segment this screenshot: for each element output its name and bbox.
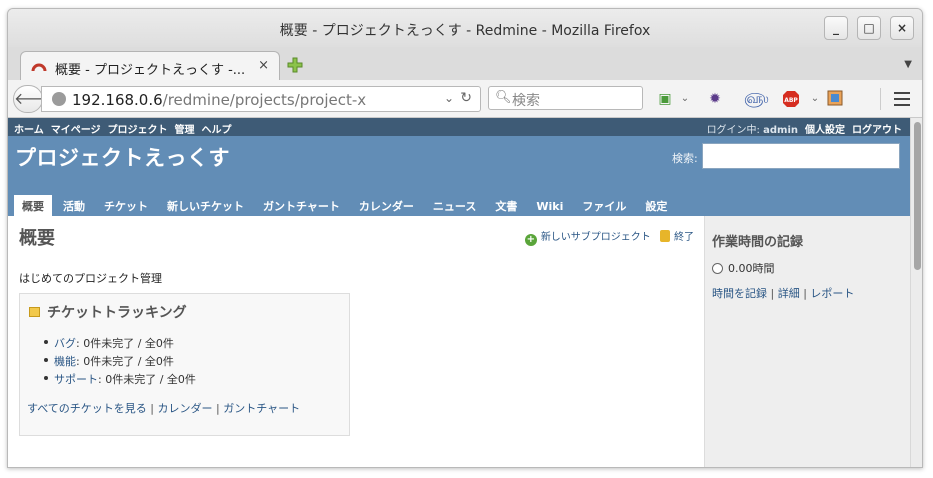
tab-activity[interactable]: 活動	[55, 195, 93, 216]
extension-bug-icon[interactable]: ✹	[706, 90, 724, 108]
view-all-issues-link[interactable]: すべてのチケットを見る	[27, 402, 147, 415]
page-viewport: ホーム マイページ プロジェクト 管理 ヘルプ ログイン中: admin 個人設定 ログアウ…	[8, 118, 910, 467]
ticket-icon	[29, 307, 40, 317]
project-description: はじめてのプロジェクト管理	[19, 272, 162, 285]
logged-user[interactable]: admin	[763, 125, 798, 136]
quick-search-label: 検索:	[672, 152, 698, 165]
close-project-link[interactable]: 終了	[674, 232, 694, 243]
toolbar-separator	[880, 88, 881, 110]
navigation-toolbar: 🡐 192.168.0.6/redmine/projects/project-x…	[8, 80, 922, 118]
tab-gantt[interactable]: ガントチャート	[255, 195, 348, 216]
issue-links: すべてのチケットを見る | カレンダー | ガントチャート	[27, 402, 301, 415]
gantt-link[interactable]: ガントチャート	[223, 402, 300, 415]
project-title: プロジェクトえっくす	[15, 146, 230, 170]
tab-title: 概要 - プロジェクトえっくす -...	[55, 63, 246, 78]
time-details-link[interactable]: 詳細	[778, 287, 800, 300]
top-menu-my-page[interactable]: マイページ	[51, 125, 101, 136]
my-account-link[interactable]: 個人設定	[805, 125, 845, 136]
add-icon: +	[524, 234, 537, 246]
reload-icon[interactable]: ↻	[460, 90, 472, 106]
search-input[interactable]: 🔍︎ 検索	[488, 86, 643, 110]
lock-icon	[660, 230, 670, 242]
tracker-support-link[interactable]: サポート	[54, 373, 98, 386]
tab-wiki[interactable]: Wiki	[528, 197, 571, 218]
url-dropdown-icon[interactable]: ⌄	[444, 91, 454, 105]
clock-icon	[712, 263, 723, 274]
list-item: 機能: 0件未完了 / 全0件	[44, 353, 196, 371]
tracker-feature-link[interactable]: 機能	[54, 355, 76, 368]
log-time-link[interactable]: 時間を記録	[712, 287, 767, 300]
download-icon[interactable]: ▣	[656, 90, 674, 108]
project-main-menu: 概要 活動 チケット 新しいチケット ガントチャート カレンダー ニュース 文書 Wiki ファイ…	[14, 195, 678, 216]
adblock-icon[interactable]: ABP	[782, 90, 800, 108]
tab-files[interactable]: ファイル	[574, 195, 634, 216]
logout-link[interactable]: ログアウト	[852, 125, 902, 136]
adblock-dropdown-icon[interactable]: ⌄	[806, 90, 824, 108]
tab-calendar[interactable]: カレンダー	[351, 195, 422, 216]
extension-picture-icon[interactable]	[826, 90, 844, 108]
redmine-favicon-icon	[31, 58, 47, 78]
window-title: 概要 - プロジェクトえっくす - Redmine - Mozilla Fire…	[279, 23, 651, 39]
quick-search-input[interactable]	[702, 143, 900, 169]
tab-list-chevron-icon[interactable]: ▼	[904, 59, 912, 70]
spent-time-heading: 作業時間の記録	[712, 235, 804, 250]
logged-as-label: ログイン中: admin	[706, 125, 798, 136]
globe-icon	[52, 92, 66, 106]
spent-hours: 0.00時間	[712, 260, 775, 276]
tab-settings[interactable]: 設定	[637, 195, 675, 216]
back-button[interactable]: 🡐	[13, 85, 57, 113]
minimize-button[interactable]: _	[824, 16, 848, 40]
vertical-scrollbar[interactable]	[910, 118, 922, 467]
new-subproject-link[interactable]: 新しいサブプロジェクト	[541, 232, 651, 243]
list-item: サポート: 0件未完了 / 全0件	[44, 371, 196, 389]
top-menu-home[interactable]: ホーム	[14, 125, 44, 136]
search-icon: 🔍︎	[495, 90, 512, 105]
close-window-button[interactable]: ×	[890, 16, 914, 40]
tab-strip: 概要 - プロジェクトえっくす -... × ▼	[8, 47, 922, 81]
page-title: 概要	[19, 228, 55, 249]
tab-new-issue[interactable]: 新しいチケット	[159, 195, 252, 216]
top-menu-projects[interactable]: プロジェクト	[108, 125, 168, 136]
time-report-link[interactable]: レポート	[810, 287, 854, 300]
new-tab-plus-icon[interactable]	[286, 56, 304, 74]
title-bar: 概要 - プロジェクトえっくす - Redmine - Mozilla Fire…	[8, 9, 922, 47]
hamburger-menu-icon[interactable]	[894, 92, 910, 110]
issue-tracking-heading: チケットトラッキング	[29, 302, 187, 322]
svg-text:ABP: ABP	[784, 97, 798, 104]
tracker-bug-link[interactable]: バグ	[54, 337, 76, 350]
top-menu-help[interactable]: ヘルプ	[202, 125, 232, 136]
url-bar[interactable]: 192.168.0.6/redmine/projects/project-x ⌄…	[41, 86, 481, 112]
browser-tab[interactable]: 概要 - プロジェクトえっくす -... ×	[20, 51, 280, 81]
maximize-button[interactable]: □	[857, 16, 881, 40]
top-menu-admin[interactable]: 管理	[175, 125, 195, 136]
download-dropdown-icon[interactable]: ⌄	[676, 90, 694, 108]
search-placeholder: 検索	[512, 93, 540, 109]
calendar-link[interactable]: カレンダー	[158, 402, 213, 415]
tab-overview[interactable]: 概要	[14, 195, 52, 216]
issue-tracking-box: チケットトラッキング バグ: 0件未完了 / 全0件 機能: 0件未完了 / 全…	[19, 293, 350, 436]
sidebar: 作業時間の記録 0.00時間 時間を記録 | 詳細 | レポート	[704, 216, 910, 467]
tab-issues[interactable]: チケット	[96, 195, 156, 216]
tab-documents[interactable]: 文書	[487, 195, 525, 216]
redmine-top-menu: ホーム マイページ プロジェクト 管理 ヘルプ ログイン中: admin 個人設定 ログアウ…	[8, 118, 910, 136]
tab-news[interactable]: ニュース	[425, 195, 484, 216]
tab-close-icon[interactable]: ×	[258, 58, 269, 73]
time-links: 時間を記録 | 詳細 | レポート	[712, 287, 855, 300]
scrollbar-thumb[interactable]	[914, 122, 921, 270]
browser-window: 概要 - プロジェクトえっくす - Redmine - Mozilla Fire…	[7, 8, 923, 468]
extension-swirl-icon[interactable]: ௵	[744, 90, 769, 108]
main-content: 概要 + 新しいサブプロジェクト 終了 はじめてのプロジェクト管理 チケットトラッ…	[8, 216, 704, 467]
list-item: バグ: 0件未完了 / 全0件	[44, 335, 196, 353]
tracker-list: バグ: 0件未完了 / 全0件 機能: 0件未完了 / 全0件 サポート: 0件…	[44, 335, 196, 389]
url-text: 192.168.0.6/redmine/projects/project-x	[72, 91, 367, 109]
contextual-actions: + 新しいサブプロジェクト 終了	[524, 228, 694, 246]
